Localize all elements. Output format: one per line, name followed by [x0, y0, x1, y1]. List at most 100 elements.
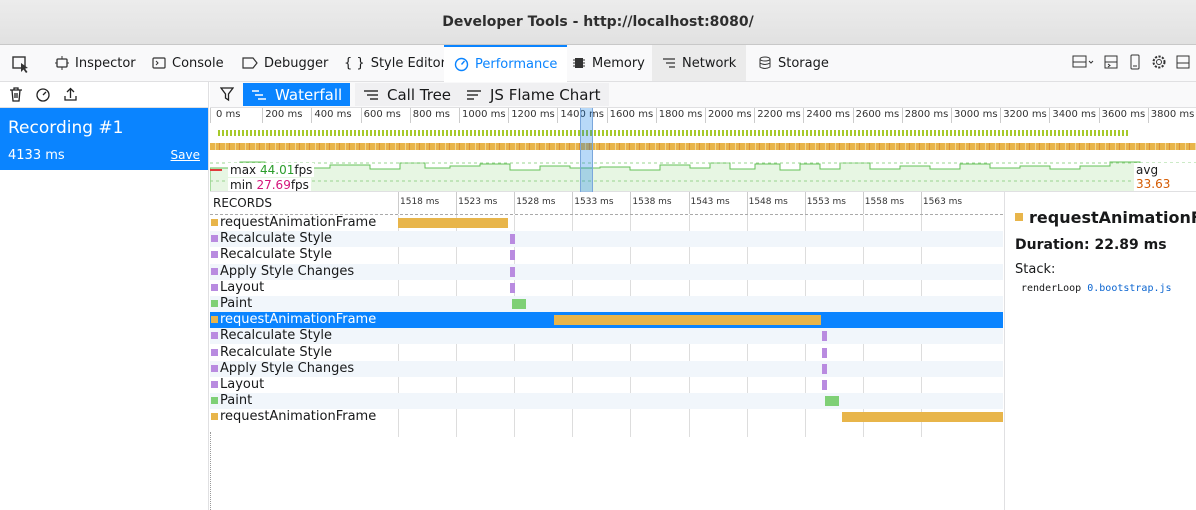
- recording-controls: [0, 82, 208, 108]
- stack-frame-source-link[interactable]: 0.bootstrap.js: [1087, 283, 1171, 294]
- marker-bar[interactable]: [822, 363, 827, 374]
- marker-bar[interactable]: [822, 331, 827, 342]
- waterfall-header: RECORDS 1518 ms 1523 ms 1528 ms 1533 ms 1538…: [210, 192, 1003, 215]
- storage-icon: [759, 56, 771, 69]
- console-icon: [152, 57, 166, 69]
- details-stack-label: Stack:: [1015, 262, 1056, 277]
- overview-tick-line: [655, 108, 657, 123]
- overview-tick-line: [311, 108, 313, 123]
- element-picker-icon[interactable]: [10, 54, 32, 74]
- waterfall-view-button[interactable]: Waterfall: [243, 83, 351, 106]
- tab-network[interactable]: Network: [652, 45, 747, 81]
- overview-tick-line: [262, 108, 264, 123]
- marker-bar[interactable]: [398, 218, 508, 228]
- overview-tick-label: 1800 ms: [658, 109, 703, 120]
- marker-color-swatch: [211, 283, 218, 291]
- overview-tick-label: 3000 ms: [954, 109, 998, 120]
- network-icon: [663, 58, 675, 68]
- waterfall-tick-line: [572, 192, 574, 214]
- waterfall-row[interactable]: Layout: [210, 377, 1003, 393]
- waterfall-tick-line: [688, 192, 690, 214]
- waterfall-row[interactable]: Layout: [210, 280, 1003, 296]
- fps-max: max 44.01fps: [228, 163, 315, 177]
- timeline-overview[interactable]: 0 ms 200 ms 400 ms 600 ms 800 ms 1000 ms 1200 …: [210, 108, 1196, 192]
- overview-tick-line: [459, 108, 460, 123]
- overview-tick-label: 2600 ms: [855, 109, 900, 120]
- waterfall-tick-label: 1538 ms: [632, 197, 672, 207]
- marker-bar[interactable]: [842, 412, 1003, 423]
- marker-bar[interactable]: [512, 299, 526, 309]
- tab-performance[interactable]: Performance: [444, 45, 568, 82]
- tab-memory[interactable]: Memory: [562, 45, 655, 81]
- save-recording-link[interactable]: Save: [171, 148, 200, 162]
- waterfall-row[interactable]: Apply Style Changes: [210, 263, 1003, 280]
- waterfall-tick-line: [514, 192, 516, 214]
- overview-tick-label: 3400 ms: [1052, 109, 1096, 120]
- dock-side-icon[interactable]: [1176, 54, 1190, 70]
- overview-tick-label: 1600 ms: [609, 109, 654, 120]
- waterfall-row[interactable]: requestAnimationFrame: [210, 215, 1003, 231]
- inspector-icon: [55, 56, 69, 70]
- marker-bar[interactable]: [510, 234, 515, 245]
- devtools-tabbar: Inspector Console Debugger { } Style Edi…: [0, 45, 1196, 82]
- marker-bar[interactable]: [510, 266, 515, 277]
- tab-debugger[interactable]: Debugger: [232, 45, 338, 81]
- waterfall-row[interactable]: Recalculate Style: [210, 328, 1003, 345]
- overview-tick-label: 600 ms: [363, 109, 401, 120]
- overview-tick-line: [508, 108, 510, 123]
- js-flame-chart-view-button[interactable]: JS Flame Chart: [458, 83, 609, 106]
- marker-color-swatch: [211, 219, 218, 226]
- overview-selection[interactable]: [580, 108, 593, 192]
- overview-tick-line: [1147, 108, 1149, 123]
- waterfall-row[interactable]: Recalculate Style: [210, 345, 1003, 361]
- marker-color-swatch: [211, 413, 218, 421]
- marker-name: Paint: [220, 296, 253, 311]
- overview-tick-label: 1000 ms: [462, 109, 506, 120]
- waterfall-icon: [252, 89, 266, 100]
- recording-item[interactable]: Recording #1 4133 ms Save: [0, 108, 208, 170]
- waterfall-tick-label: 1548 ms: [748, 197, 788, 207]
- tab-inspector[interactable]: Inspector: [45, 45, 146, 81]
- overview-tick-line: [1000, 108, 1002, 123]
- filter-icon[interactable]: [220, 87, 234, 102]
- marker-name: Layout: [220, 279, 265, 295]
- waterfall-row[interactable]: Paint: [210, 296, 1003, 312]
- marker-name: Apply Style Changes: [220, 360, 355, 376]
- dock-options-icon[interactable]: [1072, 54, 1094, 70]
- marker-color-swatch: [211, 316, 218, 324]
- waterfall-row[interactable]: Apply Style Changes: [210, 360, 1003, 377]
- waterfall-row[interactable]: requestAnimationFrame: [210, 409, 1003, 425]
- tab-style-editor[interactable]: { } Style Editor: [334, 45, 456, 81]
- tab-console[interactable]: Console: [142, 45, 234, 81]
- waterfall-tick-line: [630, 192, 632, 214]
- overview-tick-line: [951, 108, 952, 123]
- overview-tick-line: [360, 108, 362, 123]
- clear-recordings-icon[interactable]: [9, 87, 23, 102]
- marker-bar[interactable]: [510, 282, 515, 293]
- split-console-icon[interactable]: [1103, 54, 1119, 70]
- import-recording-icon[interactable]: [63, 87, 78, 102]
- marker-bar[interactable]: [822, 347, 827, 358]
- record-button-icon[interactable]: [35, 87, 51, 103]
- waterfall-tick-label: 1528 ms: [516, 197, 556, 207]
- waterfall-row[interactable]: Recalculate Style: [210, 247, 1003, 263]
- marker-bar[interactable]: [510, 250, 515, 261]
- settings-gear-icon[interactable]: [1151, 54, 1167, 70]
- marker-name: Recalculate Style: [220, 344, 333, 360]
- waterfall-row[interactable]: requestAnimationFrame: [210, 312, 1003, 329]
- marker-name: requestAnimationFrame: [220, 312, 377, 328]
- overview-tick-line: [803, 108, 805, 123]
- recording-duration: 4133 ms: [8, 148, 65, 163]
- marker-color-swatch: [211, 364, 218, 372]
- marker-bar[interactable]: [825, 396, 839, 407]
- marker-bar[interactable]: [554, 315, 821, 326]
- overview-tick-label: 2400 ms: [806, 109, 850, 120]
- waterfall-row[interactable]: Paint: [210, 393, 1003, 410]
- overview-tick-label: 2200 ms: [757, 109, 801, 120]
- marker-name: Recalculate Style: [220, 328, 333, 344]
- responsive-mode-icon[interactable]: [1128, 54, 1142, 70]
- call-tree-view-button[interactable]: Call Tree: [355, 83, 460, 106]
- marker-bar[interactable]: [822, 380, 827, 390]
- waterfall-row[interactable]: Recalculate Style: [210, 231, 1003, 248]
- tab-storage[interactable]: Storage: [748, 45, 839, 81]
